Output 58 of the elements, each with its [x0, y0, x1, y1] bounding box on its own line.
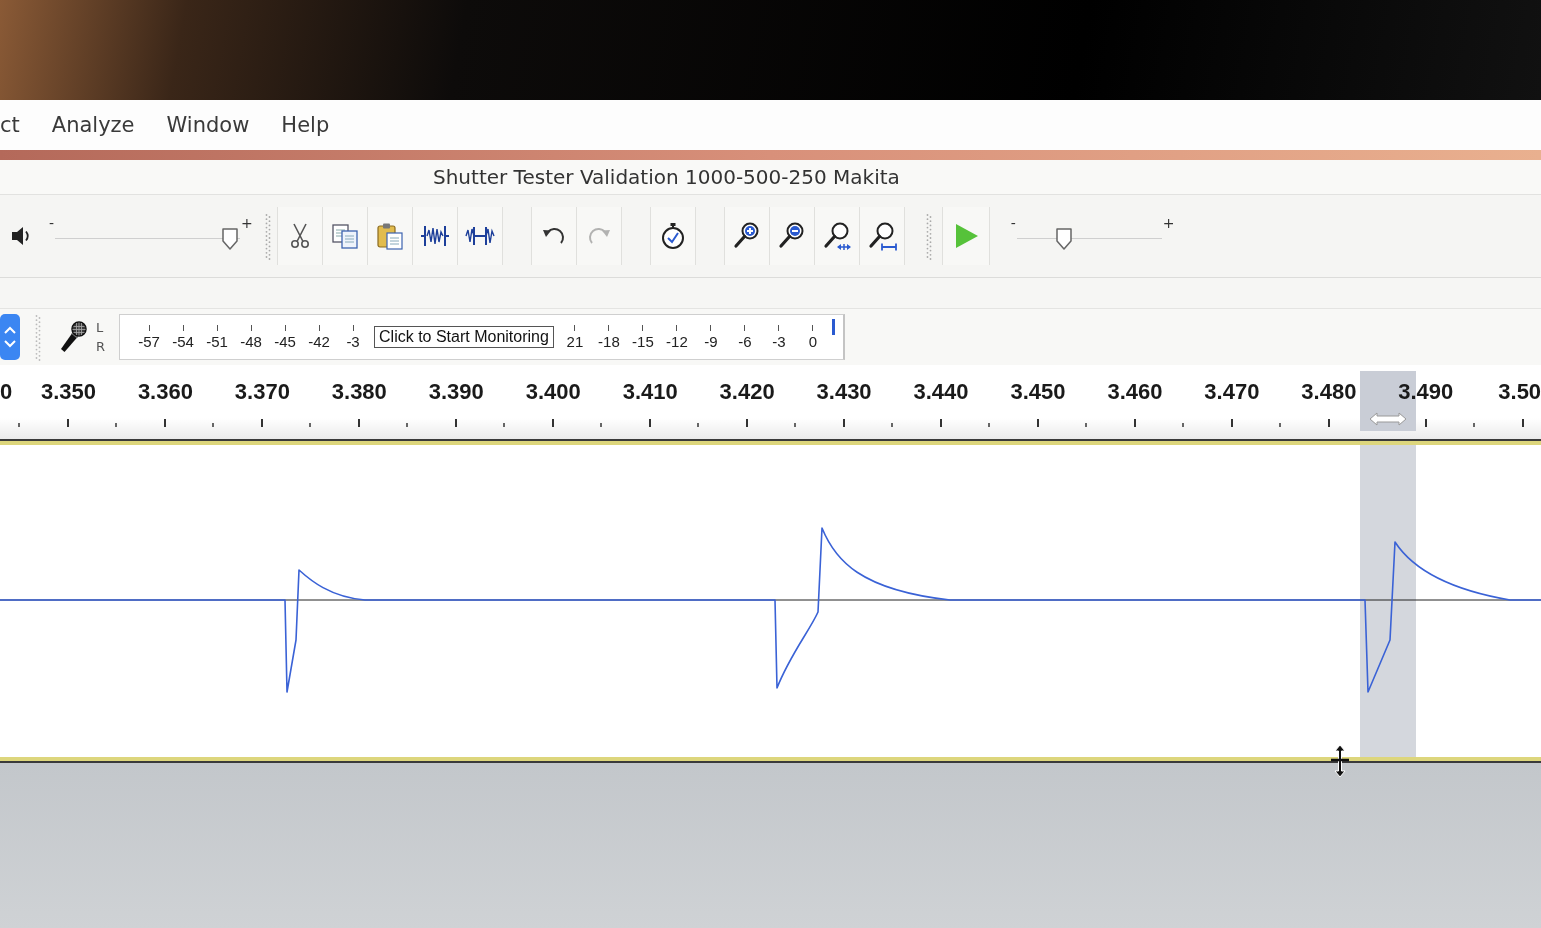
grip-handle-icon[interactable] — [34, 313, 42, 361]
ruler-time-label: 3.470 — [1203, 379, 1261, 405]
slider-max-label: + — [240, 216, 254, 230]
meter-scale-label: -45 — [274, 333, 296, 350]
ruler-time-label: 3.490 — [1397, 379, 1455, 405]
slider-thumb[interactable] — [1054, 226, 1075, 252]
meter-scale-label: -57 — [138, 333, 160, 350]
meter-scale-label: 21 — [566, 333, 584, 350]
meter-scale-label: -18 — [598, 333, 620, 350]
window-title: Shutter Tester Validation 1000-500-250 Makita — [433, 165, 900, 189]
peak-marker-icon — [831, 319, 835, 335]
ruler-time-label: 3.370 — [233, 379, 291, 405]
clipboard-icon — [374, 221, 405, 251]
meter-scale-label: -12 — [666, 333, 688, 350]
slider-min-label: - — [48, 216, 56, 230]
meter-scale-label: -42 — [308, 333, 330, 350]
meter-scale-label: -48 — [240, 333, 262, 350]
menu-item[interactable]: Window — [166, 113, 250, 137]
slider-min-label: - — [1009, 216, 1017, 230]
menu-item[interactable]: Help — [281, 113, 330, 137]
slider-max-label: + — [1161, 216, 1176, 230]
meter-scale-label: -15 — [632, 333, 654, 350]
ruler-time-label: 3.360 — [136, 379, 194, 405]
meter-scale-label: -51 — [206, 333, 228, 350]
recording-meter[interactable]: -57 -54 -51 -48 -45 -42 -3 Click to Start Monitoring 21 -18 -15 -12 -9 -6 -3 0 — [119, 314, 845, 360]
ruler-time-label: 3.400 — [524, 379, 582, 405]
microphone-icon — [58, 320, 88, 354]
meter-scale-label: -9 — [704, 333, 718, 350]
timeline-ruler[interactable]: 0 3.350 3.360 3.370 3.380 3.390 3.400 3.410 3.420 3.430 3.440 3.450 3.460 3.470 3.480 3.490 3.50 — [0, 365, 1541, 441]
audio-track[interactable] — [0, 441, 1541, 761]
ruler-time-label: 3.380 — [330, 379, 388, 405]
ruler-time-label: 3.480 — [1300, 379, 1358, 405]
slider-thumb[interactable] — [220, 226, 241, 252]
ruler-time-label: 3.430 — [815, 379, 873, 405]
grip-handle-icon[interactable] — [924, 212, 933, 260]
dropdown-arrows-icon[interactable] — [0, 314, 20, 360]
ruler-time-label: 0 — [0, 379, 14, 405]
ruler-time-label: 3.460 — [1106, 379, 1164, 405]
ruler-time-label: 3.440 — [912, 379, 970, 405]
menu-item[interactable]: Analyze — [51, 113, 135, 137]
meter-scale-label: -6 — [738, 333, 752, 350]
ruler-time-label: 3.420 — [718, 379, 776, 405]
channel-label: R — [96, 340, 106, 353]
ruler-time-label: 3.390 — [427, 379, 485, 405]
ruler-time-label: 3.350 — [39, 379, 97, 405]
resize-cursor-icon — [1328, 744, 1352, 778]
meter-scale-label: -3 — [772, 333, 786, 350]
channel-label: L — [96, 321, 105, 334]
ruler-time-label: 3.50 — [1498, 379, 1541, 405]
monitoring-tooltip: Click to Start Monitoring — [374, 326, 554, 348]
ruler-time-label: 3.410 — [621, 379, 679, 405]
copy-icon — [329, 221, 360, 251]
meter-scale-label: 0 — [808, 333, 818, 350]
meter-scale-label: -3 — [346, 333, 360, 350]
menu-item[interactable]: ct — [0, 113, 20, 137]
grip-handle-icon[interactable] — [263, 212, 272, 260]
meter-scale-label: -54 — [172, 333, 194, 350]
ruler-time-label: 3.450 — [1009, 379, 1067, 405]
